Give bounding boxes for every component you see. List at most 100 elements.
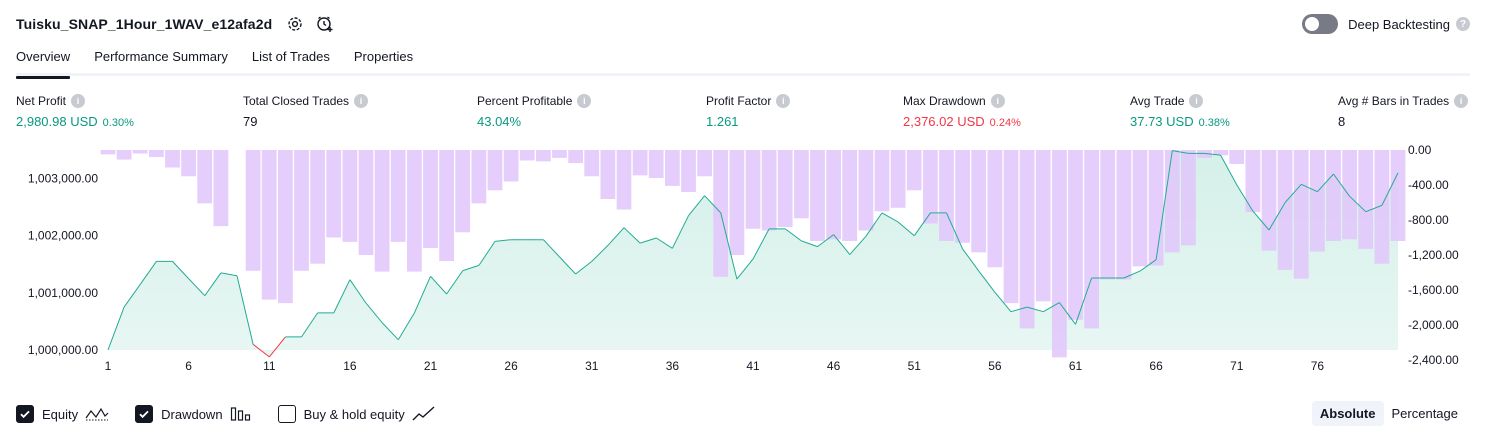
drawdown-bar bbox=[423, 150, 438, 248]
legend-buy-hold[interactable]: Buy & hold equity bbox=[277, 405, 436, 423]
legend-equity[interactable]: Equity bbox=[16, 405, 109, 423]
drawdown-checkbox[interactable] bbox=[135, 405, 154, 423]
x-tick-label: 41 bbox=[746, 359, 760, 373]
drawdown-bar bbox=[584, 150, 600, 177]
metric-label: Max Drawdown bbox=[903, 94, 986, 108]
absolute-button[interactable]: Absolute bbox=[1311, 401, 1384, 426]
drawdown-bar bbox=[165, 150, 180, 168]
drawdown-bar bbox=[181, 150, 196, 177]
drawdown-bar bbox=[616, 150, 632, 210]
drawdown-bar bbox=[987, 150, 1003, 268]
drawdown-bar bbox=[826, 150, 841, 240]
drawdown-bar bbox=[745, 150, 761, 229]
x-tick-label: 56 bbox=[988, 359, 1002, 373]
drawdown-bar bbox=[1132, 150, 1148, 267]
drawdown-bar bbox=[1310, 150, 1325, 252]
x-tick-label: 26 bbox=[504, 359, 518, 373]
drawdown-bar bbox=[1181, 150, 1196, 246]
drawdown-bar bbox=[390, 150, 406, 242]
drawdown-bar bbox=[1068, 150, 1083, 320]
drawdown-bar bbox=[245, 150, 261, 271]
drawdown-bar bbox=[1003, 150, 1019, 304]
deep-backtesting-label: Deep Backtesting bbox=[1348, 16, 1450, 32]
drawdown-bar bbox=[294, 150, 309, 271]
drawdown-bar bbox=[729, 150, 745, 255]
drawdown-bar bbox=[471, 150, 487, 204]
info-icon[interactable]: i bbox=[71, 94, 86, 108]
drawdown-bar bbox=[536, 150, 551, 162]
drawdown-bar bbox=[519, 150, 535, 161]
drawdown-bar bbox=[1100, 150, 1116, 280]
x-tick-label: 31 bbox=[585, 359, 599, 373]
drawdown-bar bbox=[310, 150, 325, 264]
drawdown-bar bbox=[1277, 150, 1293, 270]
y-right-tick-label: -400.00 bbox=[1408, 178, 1449, 192]
metric-profit-factor: Profit Factor i 1.261 bbox=[706, 94, 791, 129]
drawdown-bar bbox=[842, 150, 858, 241]
drawdown-bar bbox=[342, 150, 358, 242]
help-icon[interactable]: ? bbox=[1456, 17, 1470, 31]
drawdown-bar bbox=[100, 150, 116, 155]
drawdown-bar bbox=[648, 150, 664, 178]
tab-properties[interactable]: Properties bbox=[354, 46, 413, 76]
legend-drawdown[interactable]: Drawdown bbox=[135, 405, 251, 423]
drawdown-bar bbox=[810, 150, 825, 241]
y-right-tick-label: -1,200.00 bbox=[1408, 248, 1459, 262]
metrics-row: Net Profit i 2,980.98 USD 0.30% Total Clos… bbox=[0, 94, 1486, 134]
y-right-tick-label: -1,600.00 bbox=[1408, 283, 1459, 297]
info-icon[interactable]: i bbox=[577, 94, 592, 108]
add-alert-icon[interactable] bbox=[314, 13, 336, 35]
tab-performance-summary[interactable]: Performance Summary bbox=[94, 46, 228, 76]
drawdown-bar bbox=[697, 150, 712, 177]
y-right-tick-label: -2,400.00 bbox=[1408, 353, 1459, 367]
x-tick-label: 11 bbox=[263, 359, 276, 373]
drawdown-bar bbox=[1374, 150, 1390, 264]
info-icon[interactable]: i bbox=[1189, 94, 1204, 108]
drawdown-bar bbox=[213, 150, 229, 227]
x-tick-label: 71 bbox=[1230, 359, 1244, 373]
y-right-tick-label: -800.00 bbox=[1408, 213, 1449, 227]
drawdown-bar bbox=[1116, 150, 1132, 280]
drawdown-bar bbox=[858, 150, 874, 231]
metric-value: 43.04% bbox=[477, 114, 522, 129]
metric-total-closed-trades: Total Closed Trades i 79 bbox=[243, 94, 369, 129]
legend-buy-hold-label: Buy & hold equity bbox=[303, 406, 405, 422]
equity-checkbox[interactable] bbox=[16, 405, 34, 423]
info-icon[interactable]: i bbox=[776, 94, 791, 108]
equity-drawdown-chart: 1,000,000.00 1,001,000.00 1,002,000.00 1,00… bbox=[0, 138, 1486, 378]
drawdown-bar bbox=[1052, 150, 1067, 358]
info-icon[interactable]: i bbox=[1454, 94, 1469, 108]
metric-value: 2,980.98 USD bbox=[16, 114, 98, 129]
drawdown-bar bbox=[1358, 150, 1374, 249]
drawdown-bar bbox=[794, 150, 809, 219]
buy-hold-checkbox[interactable] bbox=[277, 405, 296, 423]
drawdown-bar bbox=[278, 150, 293, 304]
drawdown-bar bbox=[1035, 150, 1051, 302]
drawdown-bar bbox=[568, 150, 583, 164]
y-right-tick-label: 0.00 bbox=[1408, 143, 1432, 157]
settings-icon[interactable] bbox=[284, 13, 306, 35]
drawdown-bar bbox=[1019, 150, 1035, 329]
info-icon[interactable]: i bbox=[990, 94, 1005, 108]
x-tick-label: 21 bbox=[424, 359, 438, 373]
drawdown-bar bbox=[777, 150, 793, 227]
tab-list-of-trades[interactable]: List of Trades bbox=[252, 46, 330, 76]
metric-avg-bars: Avg # Bars in Trades i 8 bbox=[1338, 94, 1469, 129]
x-tick-label: 1 bbox=[105, 359, 112, 373]
metric-avg-trade: Avg Trade i 37.73 USD 0.38% bbox=[1130, 94, 1230, 129]
tab-bar: Overview Performance Summary List of Tra… bbox=[16, 46, 1470, 79]
percentage-button[interactable]: Percentage bbox=[1384, 401, 1467, 426]
deep-backtesting-toggle[interactable] bbox=[1302, 14, 1339, 34]
drawdown-bar bbox=[681, 150, 696, 192]
legend-equity-label: Equity bbox=[42, 406, 79, 422]
x-tick-label: 36 bbox=[666, 359, 680, 373]
drawdown-bars-icon bbox=[230, 406, 252, 422]
drawdown-bar bbox=[487, 150, 503, 191]
metric-value: 79 bbox=[243, 114, 258, 129]
metric-label: Percent Profitable bbox=[477, 94, 573, 108]
drawdown-bar bbox=[197, 150, 213, 204]
tab-overview[interactable]: Overview bbox=[16, 46, 71, 79]
drawdown-bar bbox=[874, 150, 890, 212]
drawdown-bar bbox=[761, 150, 777, 231]
info-icon[interactable]: i bbox=[354, 94, 369, 108]
